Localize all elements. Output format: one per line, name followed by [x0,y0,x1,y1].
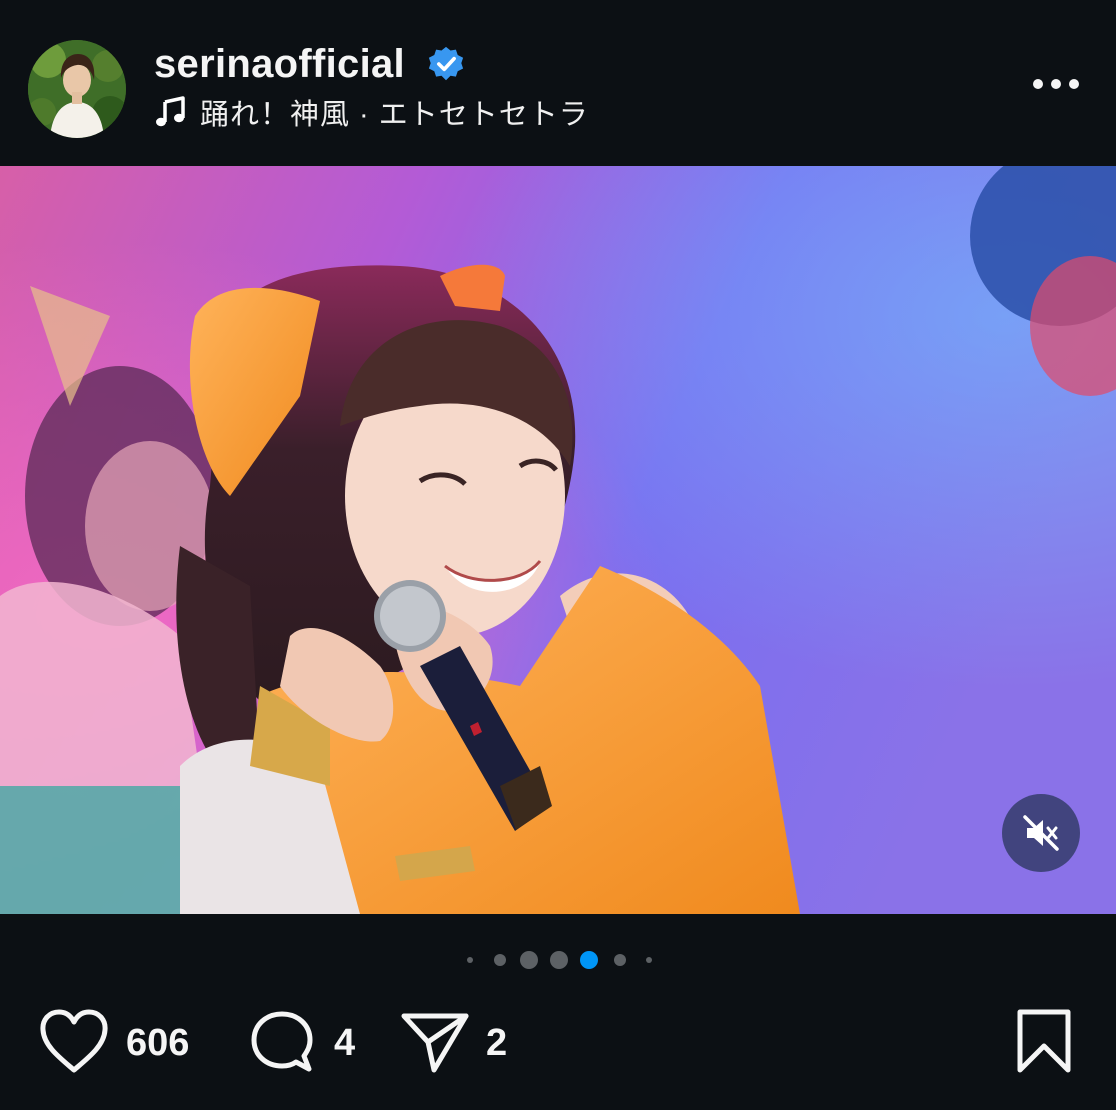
carousel-dot [614,954,626,966]
audio-title: 踊れ！神風 · エトセトセトラ [200,99,589,131]
carousel-dot [550,951,568,969]
instagram-post: serinaofficial 踊れ！神風 · エトセトセトラ 606 4 2 [0,0,1116,1110]
comment-bubble-icon[interactable] [248,1008,316,1076]
music-note-icon [156,96,185,127]
carousel-dot-active [580,951,598,969]
mute-toggle-button[interactable] [1002,794,1080,872]
paper-plane-icon[interactable] [400,1010,470,1074]
profile-avatar[interactable] [28,40,126,138]
carousel-dot [467,957,473,963]
muted-speaker-icon [1023,815,1059,851]
carousel-dot [520,951,538,969]
more-options-icon[interactable] [1030,70,1082,98]
post-header: serinaofficial 踊れ！神風 · エトセトセトラ [0,0,1116,166]
post-media[interactable] [0,166,1116,914]
verified-badge-icon [428,46,464,81]
carousel-dot [494,954,506,966]
carousel-indicator [0,946,1116,974]
username[interactable]: serinaofficial [154,42,405,87]
audio-attribution[interactable]: 踊れ！神風 · エトセトセトラ [154,92,589,132]
concert-photo [0,166,1116,914]
action-bar: 606 4 2 [0,1000,1116,1090]
bookmark-icon[interactable] [1014,1008,1074,1074]
like-count[interactable]: 606 [126,1022,189,1065]
share-count[interactable]: 2 [486,1022,507,1065]
carousel-dot [646,957,652,963]
heart-icon[interactable] [38,1008,110,1074]
comment-count[interactable]: 4 [334,1022,355,1065]
